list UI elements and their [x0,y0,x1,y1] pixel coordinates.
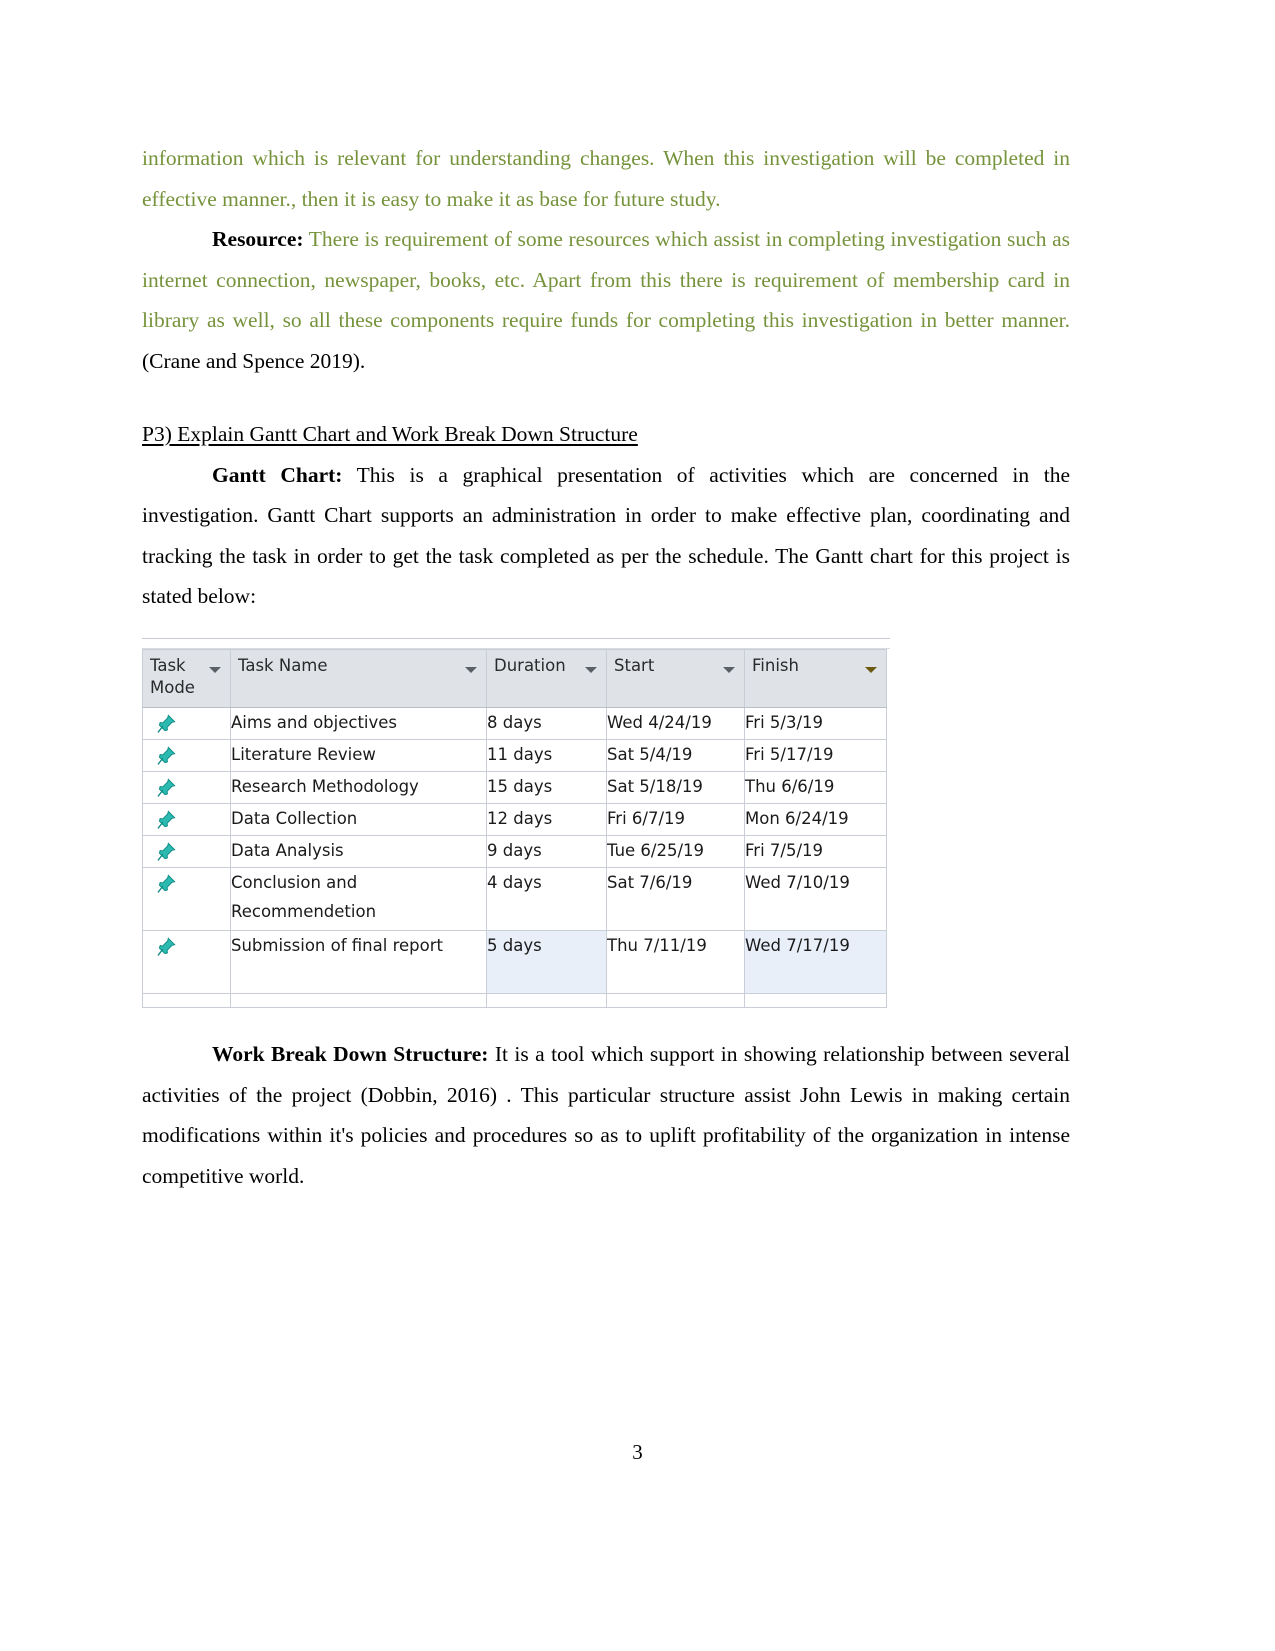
cell-task-mode[interactable] [142,803,231,836]
cell-finish[interactable]: Fri 7/5/19 [744,835,887,868]
cell-task-name[interactable]: Aims and objectives [230,707,487,740]
paragraph-continuation-text: information which is relevant for unders… [142,146,1070,211]
pin-icon [157,937,176,956]
cell-task-mode[interactable] [142,835,231,868]
pin-icon [157,714,176,733]
cell-finish[interactable]: Wed 7/10/19 [744,867,887,931]
chevron-down-icon[interactable] [865,667,877,673]
table-row[interactable]: Data Collection 12 days Fri 6/7/19 Mon 6… [142,803,887,836]
column-header-finish-label: Finish [752,656,799,675]
table-row[interactable]: Literature Review 11 days Sat 5/4/19 Fri… [142,739,887,772]
cell-start[interactable]: Wed 4/24/19 [606,707,745,740]
pin-icon [157,810,176,829]
gantt-table-body: Aims and objectives 8 days Wed 4/24/19 F… [142,707,887,1008]
column-header-task-name[interactable]: Task Name [230,649,487,708]
gantt-chart-table-image: Task Mode Task Name Duration Start Finis… [142,638,890,1008]
gantt-toolbar-strip [142,638,890,649]
cell-task-name[interactable]: Research Methodology [230,771,487,804]
column-header-task-mode-label: Task Mode [150,656,195,697]
cell-start [606,993,745,1008]
cell-start[interactable]: Sat 5/4/19 [606,739,745,772]
column-header-finish[interactable]: Finish [744,649,887,708]
table-empty-row [142,993,887,1008]
cell-duration[interactable]: 11 days [486,739,607,772]
cell-task-name [230,993,487,1008]
cell-finish[interactable]: Thu 6/6/19 [744,771,887,804]
cell-start[interactable]: Sat 5/18/19 [606,771,745,804]
pin-icon [157,778,176,797]
cell-task-mode[interactable] [142,930,231,994]
cell-start[interactable]: Sat 7/6/19 [606,867,745,931]
column-header-start[interactable]: Start [606,649,745,708]
table-row[interactable]: Data Analysis 9 days Tue 6/25/19 Fri 7/5… [142,835,887,868]
cell-task-name[interactable]: Data Analysis [230,835,487,868]
cell-task-mode[interactable] [142,707,231,740]
cell-finish[interactable]: Wed 7/17/19 [744,930,887,994]
paragraph-gantt-chart: Gantt Chart: This is a graphical present… [142,455,1070,617]
paragraph-wbs: Work Break Down Structure: It is a tool … [142,1034,1070,1196]
cell-start[interactable]: Fri 6/7/19 [606,803,745,836]
gantt-header-row: Task Mode Task Name Duration Start Finis… [142,649,887,708]
cell-task-mode[interactable] [142,739,231,772]
cell-start[interactable]: Thu 7/11/19 [606,930,745,994]
chevron-down-icon[interactable] [209,667,221,673]
column-header-start-label: Start [614,656,655,675]
paragraph-continuation: information which is relevant for unders… [142,138,1070,219]
cell-task-name[interactable]: Conclusion and Recommendetion [230,867,487,931]
chevron-down-icon[interactable] [585,667,597,673]
cell-finish[interactable]: Fri 5/3/19 [744,707,887,740]
resource-label: Resource: [212,227,304,251]
cell-duration[interactable]: 15 days [486,771,607,804]
column-header-task-name-label: Task Name [238,656,328,675]
column-header-task-mode[interactable]: Task Mode [142,649,231,708]
cell-duration [486,993,607,1008]
cell-task-mode[interactable] [142,771,231,804]
cell-task-mode [142,993,231,1008]
gantt-chart-label: Gantt Chart: [212,462,343,487]
gantt-task-table: Task Mode Task Name Duration Start Finis… [142,649,887,1008]
cell-task-name[interactable]: Data Collection [230,803,487,836]
cell-finish[interactable]: Fri 5/17/19 [744,739,887,772]
chevron-down-icon[interactable] [465,667,477,673]
page-number: 3 [632,1440,643,1464]
lower-text-block: Work Break Down Structure: It is a tool … [142,1034,1070,1196]
cell-duration[interactable]: 8 days [486,707,607,740]
cell-duration[interactable]: 12 days [486,803,607,836]
pin-icon [157,746,176,765]
cell-duration[interactable]: 5 days [486,930,607,994]
paragraph-resource: Resource: There is requirement of some r… [142,219,1070,381]
cell-duration[interactable]: 9 days [486,835,607,868]
cell-start[interactable]: Tue 6/25/19 [606,835,745,868]
table-row[interactable]: Submission of final report 5 days Thu 7/… [142,930,887,994]
pin-icon [157,874,176,893]
cell-duration[interactable]: 4 days [486,867,607,931]
column-header-duration[interactable]: Duration [486,649,607,708]
document-page: information which is relevant for unders… [0,0,1275,1651]
chevron-down-icon[interactable] [723,667,735,673]
cell-task-name[interactable]: Submission of final report [230,930,487,994]
resource-citation: (Crane and Spence 2019). [142,348,366,373]
pin-icon [157,842,176,861]
cell-task-name[interactable]: Literature Review [230,739,487,772]
heading-wrapper: P3) Explain Gantt Chart and Work Break D… [142,397,1070,455]
cell-task-mode[interactable] [142,867,231,931]
wbs-label: Work Break Down Structure: [212,1042,489,1066]
table-row[interactable]: Conclusion and Recommendetion 4 days Sat… [142,867,887,931]
table-row[interactable]: Aims and objectives 8 days Wed 4/24/19 F… [142,707,887,740]
cell-finish [744,993,887,1008]
column-header-duration-label: Duration [494,656,566,675]
cell-finish[interactable]: Mon 6/24/19 [744,803,887,836]
table-row[interactable]: Research Methodology 15 days Sat 5/18/19… [142,771,887,804]
upper-text-block: information which is relevant for unders… [142,138,1070,617]
section-heading-p3: P3) Explain Gantt Chart and Work Break D… [142,422,638,446]
